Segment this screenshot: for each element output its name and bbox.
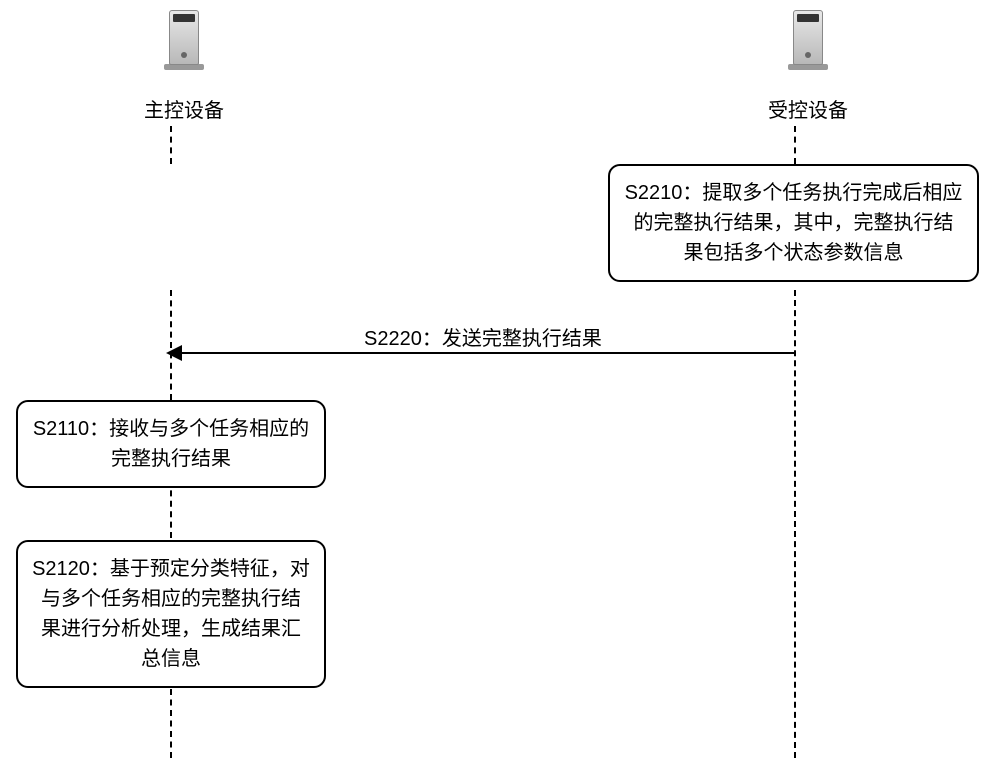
step-text: S2120：基于预定分类特征，对与多个任务相应的完整执行结果进行分析处理，生成结… [32,558,310,670]
participant-master: 主控设备 [144,10,224,123]
step-text: S2110：接收与多个任务相应的完整执行结果 [33,418,309,470]
server-tower-shape [169,10,199,65]
participant-controlled-label: 受控设备 [768,94,848,123]
server-tower-shape [793,10,823,65]
message-arrow-line [180,352,794,354]
lifeline-dash [794,290,796,758]
step-text: S2210：提取多个任务执行完成后相应的完整执行结果，其中，完整执行结果包括多个… [625,182,963,264]
step-box-s2210: S2210：提取多个任务执行完成后相应的完整执行结果，其中，完整执行结果包括多个… [608,164,979,282]
lifeline-dash [170,480,172,538]
lifeline-dash [170,126,172,164]
step-box-s2110: S2110：接收与多个任务相应的完整执行结果 [16,400,326,488]
participant-controlled: 受控设备 [768,10,848,123]
lifeline-dash [794,126,796,164]
message-arrow-head [166,345,182,361]
participant-master-label: 主控设备 [144,94,224,123]
server-icon [783,10,833,90]
step-box-s2120: S2120：基于预定分类特征，对与多个任务相应的完整执行结果进行分析处理，生成结… [16,540,326,688]
server-icon [159,10,209,90]
message-label-s2220: S2220：发送完整执行结果 [360,322,606,351]
